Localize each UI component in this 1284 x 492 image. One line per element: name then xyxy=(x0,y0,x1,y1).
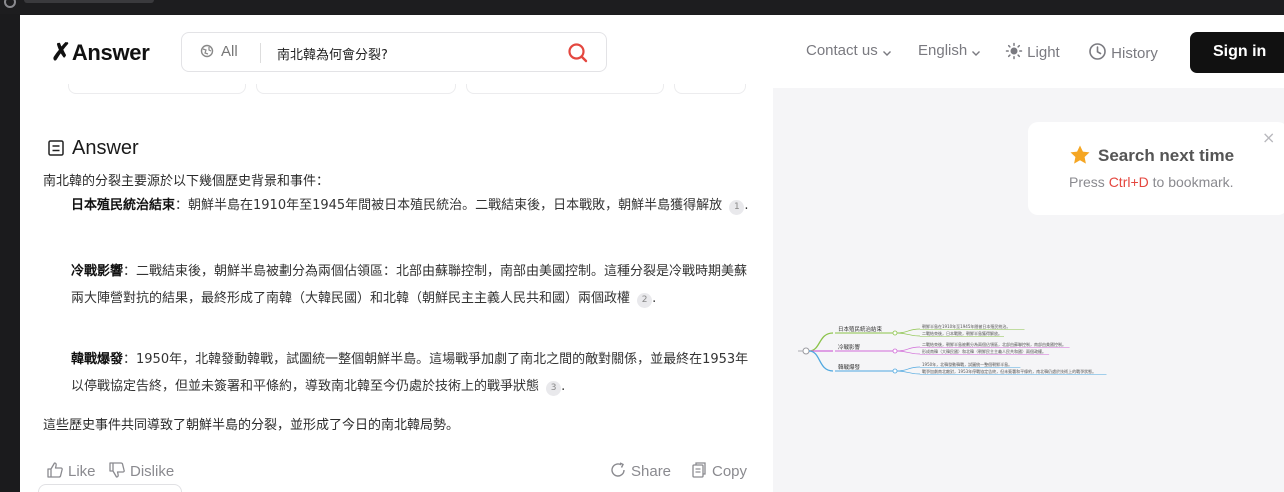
answer-point: 韓戰爆發：1950年，北韓發動韓戰，試圖統一整個朝鮮半島。這場戰爭加劇了南北之間… xyxy=(71,352,749,396)
answer-title: Answer xyxy=(72,137,139,159)
thumbs-down-icon xyxy=(109,462,125,478)
contact-us-label: Contact us xyxy=(806,42,878,59)
thumbs-up-icon xyxy=(47,462,63,478)
search-scope-selector[interactable]: All xyxy=(200,43,238,60)
mindmap-branch-label: 韓戰爆發 xyxy=(838,363,861,371)
follow-up-input[interactable] xyxy=(38,484,182,492)
dislike-label: Dislike xyxy=(130,463,175,480)
checkbox-icon xyxy=(48,140,64,156)
sun-icon xyxy=(1005,42,1023,60)
history-icon xyxy=(1089,43,1106,60)
browser-top-strip xyxy=(0,0,1284,14)
like-label: Like xyxy=(68,463,96,480)
like-button[interactable]: Like xyxy=(46,461,96,480)
mindmap-leaf-link xyxy=(896,370,921,375)
point-body: ：1950年，北韓發動韓戰，試圖統一整個朝鮮半島。這場戰爭加劇了南北之間的敵對關… xyxy=(71,352,749,394)
search-input[interactable] xyxy=(277,42,547,64)
mindmap-branch-node xyxy=(892,348,898,354)
mindmap-leaf-link xyxy=(896,346,921,352)
mindmap-branch-link xyxy=(808,350,834,372)
toast-title: Search next time xyxy=(1098,146,1235,165)
mindmap-panel: Search next time Press Ctrl+D to bookmar… xyxy=(773,88,1284,492)
mindmap-root-node xyxy=(802,347,810,355)
mindmap-branch-label: 冷戰影響 xyxy=(838,343,861,351)
point-title: 冷戰影響 xyxy=(71,264,124,279)
dislike-button[interactable]: Dislike xyxy=(108,461,174,480)
source-card[interactable] xyxy=(256,84,456,94)
mindmap-branch-link xyxy=(808,332,834,352)
point-title: 日本殖民統治結束 xyxy=(71,198,176,213)
browser-tab-icon xyxy=(4,0,16,8)
history-button[interactable]: History xyxy=(1088,42,1158,62)
logo-x-icon: ✗ xyxy=(51,39,71,66)
top-header: ✗Answer All Contact us English Light His… xyxy=(20,15,1284,88)
mindmap-branch-node xyxy=(892,330,898,336)
language-label: English xyxy=(918,42,968,59)
search-divider xyxy=(260,43,261,63)
language-menu[interactable]: English xyxy=(918,42,981,59)
history-label: History xyxy=(1111,45,1158,62)
mindmap-tree: 日本殖民統治結束 朝鮮半島在1910年至1945年間被日本殖民統治。二戰結束後，日… xyxy=(798,323,1107,375)
mindmap-leaf-label: 形成南韓（大韓民國）和北韓（朝鮮民主主義人民共和國）兩個政權。 xyxy=(922,348,1046,354)
mindmap-leaf-label: 1950年，北韓發動韓戰，試圖統一整個朝鮮半島。 xyxy=(922,361,1012,367)
answer-panel: Answer 南北韓的分裂主要源於以下幾個歷史背景和事件： 日本殖民統治結束：朝… xyxy=(20,84,773,492)
chevron-down-icon xyxy=(972,51,981,56)
star-icon xyxy=(1070,145,1090,164)
logo[interactable]: ✗Answer xyxy=(51,38,150,67)
chevron-down-icon xyxy=(882,51,891,56)
logo-text: Answer xyxy=(71,40,150,65)
copy-label: Copy xyxy=(712,463,748,480)
globe-icon xyxy=(200,44,214,58)
mindmap-branch-label: 日本殖民統治結束 xyxy=(838,325,883,333)
search-icon[interactable] xyxy=(566,41,590,65)
mindmap-branch-node xyxy=(892,368,898,374)
citation-badge[interactable]: 2 xyxy=(637,293,653,308)
share-label: Share xyxy=(631,463,672,480)
mindmap-leaf-label: 二戰結束後，日本戰敗，朝鮮半島獲得解放。 xyxy=(922,330,1002,336)
mindmap-leaf-link xyxy=(896,350,921,355)
answer-point: 冷戰影響：二戰結束後，朝鮮半島被劃分為兩個佔領區：北部由蘇聯控制，南部由美國控制… xyxy=(71,264,748,308)
copy-icon xyxy=(692,462,706,478)
more-sources-button[interactable] xyxy=(674,84,746,94)
share-button[interactable]: Share xyxy=(609,461,671,480)
app-page: ✗Answer All Contact us English Light His… xyxy=(20,15,1284,492)
browser-tab-title xyxy=(24,0,154,3)
mindmap-leaf-link xyxy=(896,366,921,372)
search-bar: All xyxy=(181,32,607,72)
source-card[interactable] xyxy=(466,84,664,94)
toast-suffix: to bookmark. xyxy=(1148,174,1234,190)
mindmap-leaf-link xyxy=(896,328,921,334)
citation-badge[interactable]: 3 xyxy=(546,381,562,396)
citation-badge[interactable]: 1 xyxy=(729,200,745,215)
mindmap[interactable]: 日本殖民統治結束 朝鮮半島在1910年至1945年間被日本殖民統治。二戰結束後，日… xyxy=(798,316,1193,386)
toast-text: Press Ctrl+D to bookmark. xyxy=(1069,174,1234,190)
close-icon[interactable]: × xyxy=(1262,128,1275,147)
contact-us-menu[interactable]: Contact us xyxy=(806,42,892,59)
toast-press: Press xyxy=(1069,174,1109,190)
answer-point: 日本殖民統治結束：朝鮮半島在1910年至1945年間被日本殖民統治。二戰結束後，… xyxy=(71,198,749,215)
bookmark-toast: Search next time Press Ctrl+D to bookmar… xyxy=(1028,122,1284,215)
answer-heading: Answer xyxy=(48,137,139,160)
copy-button[interactable]: Copy xyxy=(690,461,747,480)
answer-conclusion: 這些歷史事件共同導致了朝鮮半島的分裂，並形成了今日的南北韓局勢。 xyxy=(43,418,460,433)
mindmap-leaf-label: 戰爭加劇南北敵對，1953年停戰協定告終，但未簽署和平條約，南北韓仍處於技術上的… xyxy=(922,368,1096,374)
sign-in-button[interactable]: Sign in xyxy=(1190,32,1284,73)
search-scope-label: All xyxy=(221,43,238,60)
point-title: 韓戰爆發 xyxy=(71,352,124,367)
point-body: ：朝鮮半島在1910年至1945年間被日本殖民統治。二戰結束後，日本戰敗，朝鮮半… xyxy=(175,198,723,213)
theme-label: Light xyxy=(1027,44,1060,61)
mindmap-leaf-label: 二戰結束後，朝鮮半島被劃分為兩個佔領區，北部由蘇聯控制，南部由美國控制。 xyxy=(922,341,1066,347)
toast-shortcut: Ctrl+D xyxy=(1108,174,1149,190)
theme-toggle[interactable]: Light xyxy=(1005,42,1060,61)
share-icon xyxy=(611,462,625,477)
answer-intro: 南北韓的分裂主要源於以下幾個歷史背景和事件： xyxy=(43,174,330,189)
mindmap-leaf-label: 朝鮮半島在1910年至1945年間被日本殖民統治。 xyxy=(922,323,1010,329)
mindmap-leaf-link xyxy=(896,332,921,337)
source-card[interactable] xyxy=(68,84,246,94)
